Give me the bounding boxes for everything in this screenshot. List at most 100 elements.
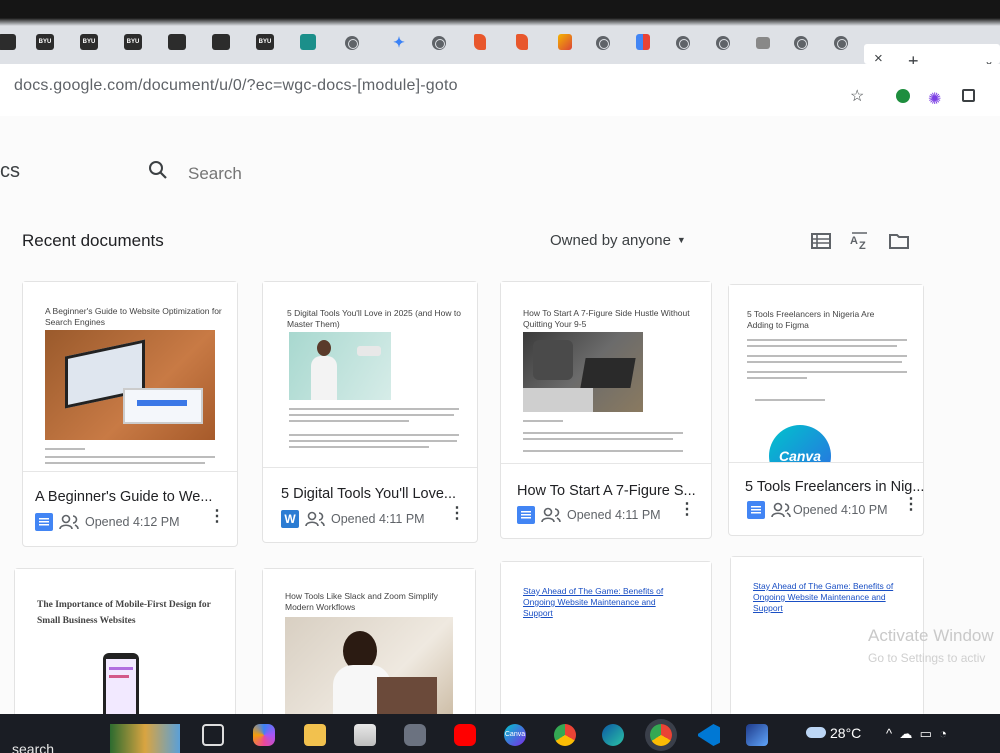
address-bar[interactable]: docs.google.com/document/u/0/?ec=wgc-doc… <box>14 77 458 95</box>
battery-icon[interactable]: ▭ <box>920 726 932 741</box>
document-card[interactable]: How Tools Like Slack and Zoom Simplify M… <box>262 568 476 729</box>
taskbar-search[interactable]: search <box>12 741 54 753</box>
document-card[interactable]: How To Start A 7-Figure Side Hustle With… <box>500 281 712 539</box>
globe-icon[interactable] <box>794 36 808 50</box>
thumbnail-title: Stay Ahead of The Game: Benefits of Ongo… <box>753 581 894 613</box>
microsoft-store-icon[interactable] <box>354 724 376 746</box>
temperature: 28°C <box>830 725 862 741</box>
photos-icon[interactable] <box>746 724 768 746</box>
document-title[interactable]: How To Start A 7-Figure S... <box>517 483 696 499</box>
tab-favicon[interactable] <box>168 34 186 50</box>
tab-byu[interactable]: BYU <box>124 34 142 50</box>
chrome-icon[interactable] <box>554 724 576 746</box>
search-input[interactable] <box>188 164 409 184</box>
document-thumbnail: 5 Digital Tools You'll Love in 2025 (and… <box>263 282 477 468</box>
tab-byu[interactable]: BYU <box>80 34 98 50</box>
tab-label: BYU <box>258 39 272 45</box>
canva-logo: Canva <box>769 425 831 462</box>
star-icon[interactable]: ☆ <box>850 86 864 106</box>
person-photo <box>285 617 453 729</box>
sparkle-icon[interactable]: ✦ <box>390 34 408 50</box>
globe-icon[interactable] <box>834 36 848 50</box>
app-name: cs <box>0 160 20 182</box>
document-thumbnail: A Beginner's Guide to Website Optimizati… <box>23 282 237 472</box>
document-thumbnail: The Importance of Mobile-First Design fo… <box>15 569 235 729</box>
chrome-icon[interactable] <box>650 724 672 746</box>
document-card[interactable]: Stay Ahead of The Game: Benefits of Ongo… <box>500 561 712 727</box>
owner-filter-dropdown[interactable]: Owned by anyone ▼ <box>550 232 686 249</box>
tab-byu[interactable]: BYU <box>256 34 274 50</box>
tab-favicon[interactable] <box>558 34 572 50</box>
copilot-icon[interactable] <box>253 724 275 746</box>
thumbnail-title: 5 Digital Tools You'll Love in 2025 (and… <box>287 308 461 329</box>
more-options-icon[interactable]: ⋮ <box>209 509 225 525</box>
svg-text:A: A <box>850 235 858 247</box>
puzzle-icon[interactable] <box>962 89 975 102</box>
tab-favicon[interactable] <box>756 37 770 49</box>
document-card[interactable]: 5 Digital Tools You'll Love in 2025 (and… <box>262 281 478 543</box>
activation-watermark-subtitle: Go to Settings to activ <box>868 651 986 665</box>
document-card[interactable]: 5 Tools Freelancers in Nigeria Are Addin… <box>728 284 924 536</box>
tab-favicon[interactable] <box>0 34 16 50</box>
globe-icon[interactable] <box>716 36 730 50</box>
document-thumbnail: Stay Ahead of The Game: Benefits of Ongo… <box>501 562 711 727</box>
extension-icon[interactable]: ✺ <box>928 89 941 109</box>
shared-icon <box>771 502 791 518</box>
caret-down-icon: ▼ <box>676 235 686 245</box>
laptop-photo <box>45 330 215 440</box>
globe-icon[interactable] <box>676 36 690 50</box>
document-title[interactable]: A Beginner's Guide to We... <box>35 489 212 505</box>
thumbnail-title: 5 Tools Freelancers in Nigeria Are Addin… <box>747 309 875 330</box>
tab-favicon[interactable] <box>300 34 316 50</box>
shared-icon <box>541 507 561 523</box>
cloud-icon[interactable]: ☁ <box>899 726 912 741</box>
file-explorer-icon[interactable] <box>304 724 326 746</box>
globe-icon[interactable] <box>345 36 359 50</box>
chevron-up-icon[interactable]: ^ <box>886 726 892 741</box>
tab-favicon[interactable] <box>516 34 528 50</box>
list-view-icon[interactable] <box>811 232 831 250</box>
activation-watermark-title: Activate Window <box>868 626 994 645</box>
tab-favicon[interactable] <box>636 34 650 50</box>
thumbnail-title: The Importance of Mobile-First Design fo… <box>37 600 211 626</box>
google-docs-icon <box>747 501 765 519</box>
thumbnail-title: A Beginner's Guide to Website Optimizati… <box>45 306 222 327</box>
search-icon[interactable] <box>148 160 168 180</box>
browser-toolbar: docs.google.com/document/u/0/?ec=wgc-doc… <box>0 64 1000 116</box>
canva-icon[interactable]: Canva <box>504 724 526 746</box>
edge-icon[interactable] <box>602 724 624 746</box>
youtube-icon[interactable] <box>454 724 476 746</box>
document-title[interactable]: 5 Tools Freelancers in Nig... <box>745 479 924 495</box>
shared-icon <box>305 511 325 527</box>
more-options-icon[interactable]: ⋮ <box>679 502 695 518</box>
task-view-icon[interactable] <box>202 724 224 746</box>
vscode-icon[interactable] <box>698 724 720 746</box>
sort-az-icon[interactable]: A Z <box>850 232 870 250</box>
weather-widget[interactable]: 28°C <box>806 725 861 741</box>
globe-icon[interactable] <box>596 36 610 50</box>
tab-label: BYU <box>38 39 52 45</box>
thumbnail-title: How To Start A 7-Figure Side Hustle With… <box>523 308 690 329</box>
laptop-photo <box>523 332 643 412</box>
camera-icon[interactable] <box>404 724 426 746</box>
document-card[interactable]: The Importance of Mobile-First Design fo… <box>14 568 236 729</box>
tab-favicon[interactable] <box>474 34 486 50</box>
extension-icon[interactable] <box>896 89 910 103</box>
tab-favicon[interactable] <box>212 34 230 50</box>
document-thumbnail: How To Start A 7-Figure Side Hustle With… <box>501 282 711 464</box>
more-options-icon[interactable]: ⋮ <box>903 497 919 513</box>
document-thumbnail: How Tools Like Slack and Zoom Simplify M… <box>263 569 475 729</box>
document-card[interactable]: A Beginner's Guide to Website Optimizati… <box>22 281 238 547</box>
document-title[interactable]: 5 Digital Tools You'll Love... <box>281 486 456 502</box>
globe-icon[interactable] <box>432 36 446 50</box>
document-opened-time: Opened 4:10 PM <box>793 503 888 517</box>
document-opened-time: Opened 4:11 PM <box>331 512 425 526</box>
wifi-icon[interactable]: ◔ <box>939 726 947 741</box>
system-tray[interactable]: ^ ☁ ▭ ◔ <box>886 726 947 742</box>
tab-byu[interactable]: BYU <box>36 34 54 50</box>
tab-label: BYU <box>126 39 140 45</box>
more-options-icon[interactable]: ⋮ <box>449 506 465 522</box>
active-tab[interactable] <box>864 44 1000 64</box>
folder-icon[interactable] <box>889 232 909 250</box>
document-thumbnail: 5 Tools Freelancers in Nigeria Are Addin… <box>729 285 923 463</box>
